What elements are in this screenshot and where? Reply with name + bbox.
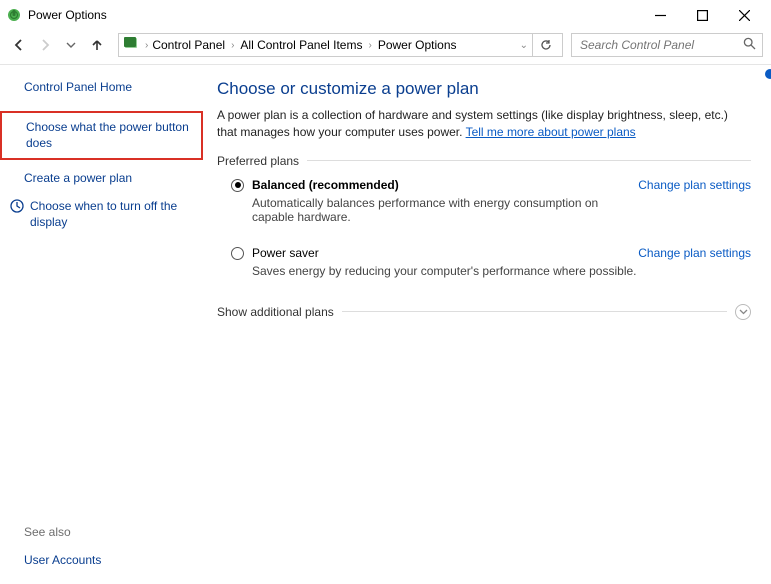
- page-heading: Choose or customize a power plan: [217, 79, 751, 99]
- close-button[interactable]: [723, 1, 765, 29]
- change-plan-settings-balanced[interactable]: Change plan settings: [638, 178, 751, 242]
- chevron-right-icon[interactable]: ›: [143, 40, 150, 51]
- breadcrumb-item[interactable]: All Control Panel Items: [238, 38, 364, 52]
- plan-balanced-name[interactable]: Balanced (recommended): [252, 178, 638, 192]
- breadcrumb-item[interactable]: Control Panel: [150, 38, 227, 52]
- address-bar[interactable]: › Control Panel › All Control Panel Item…: [118, 33, 563, 57]
- search-box[interactable]: [571, 33, 763, 57]
- window-title: Power Options: [28, 8, 107, 22]
- preferred-plans-label: Preferred plans: [217, 154, 751, 168]
- power-options-icon: [6, 7, 22, 23]
- recent-dropdown-icon[interactable]: [60, 34, 82, 56]
- control-panel-icon: [123, 36, 139, 55]
- turn-off-display-link[interactable]: Choose when to turn off the display: [30, 198, 195, 230]
- maximize-button[interactable]: [681, 1, 723, 29]
- privacy-indicator-icon: [765, 69, 771, 79]
- chevron-down-icon[interactable]: [735, 304, 751, 320]
- nav-toolbar: › Control Panel › All Control Panel Item…: [0, 30, 771, 60]
- refresh-button[interactable]: [532, 34, 558, 56]
- plan-powersaver-desc: Saves energy by reducing your computer's…: [252, 264, 638, 278]
- choose-power-button-link[interactable]: Choose what the power button does: [0, 111, 203, 159]
- preferred-plans-text: Preferred plans: [217, 154, 299, 168]
- plan-powersaver: Power saver Saves energy by reducing you…: [231, 246, 751, 296]
- forward-button[interactable]: [34, 34, 56, 56]
- show-additional-plans[interactable]: Show additional plans: [217, 304, 751, 320]
- plan-powersaver-name[interactable]: Power saver: [252, 246, 638, 260]
- chevron-right-icon[interactable]: ›: [229, 40, 236, 51]
- search-icon: [743, 37, 756, 53]
- plan-powersaver-radio[interactable]: [231, 247, 244, 260]
- titlebar: Power Options: [0, 0, 771, 30]
- sidebar: Control Panel Home Choose what the power…: [0, 65, 205, 579]
- minimize-button[interactable]: [639, 1, 681, 29]
- show-additional-plans-label: Show additional plans: [217, 305, 334, 319]
- user-accounts-link[interactable]: User Accounts: [24, 553, 101, 567]
- up-button[interactable]: [86, 34, 108, 56]
- clock-icon: [10, 199, 24, 216]
- plan-balanced-radio[interactable]: [231, 179, 244, 192]
- plan-balanced: Balanced (recommended) Automatically bal…: [231, 178, 751, 242]
- search-input[interactable]: [578, 37, 743, 53]
- page-description: A power plan is a collection of hardware…: [217, 107, 751, 142]
- see-also-header: See also: [24, 525, 101, 539]
- main-content: Choose or customize a power plan A power…: [205, 65, 771, 579]
- chevron-right-icon[interactable]: ›: [366, 40, 373, 51]
- address-dropdown-icon[interactable]: ⌄: [516, 40, 532, 51]
- change-plan-settings-powersaver[interactable]: Change plan settings: [638, 246, 751, 296]
- control-panel-home-link[interactable]: Control Panel Home: [24, 79, 195, 95]
- breadcrumb-item[interactable]: Power Options: [376, 38, 459, 52]
- plan-balanced-desc: Automatically balances performance with …: [252, 196, 638, 224]
- tell-me-more-link[interactable]: Tell me more about power plans: [466, 125, 636, 139]
- back-button[interactable]: [8, 34, 30, 56]
- create-power-plan-link[interactable]: Create a power plan: [24, 170, 195, 186]
